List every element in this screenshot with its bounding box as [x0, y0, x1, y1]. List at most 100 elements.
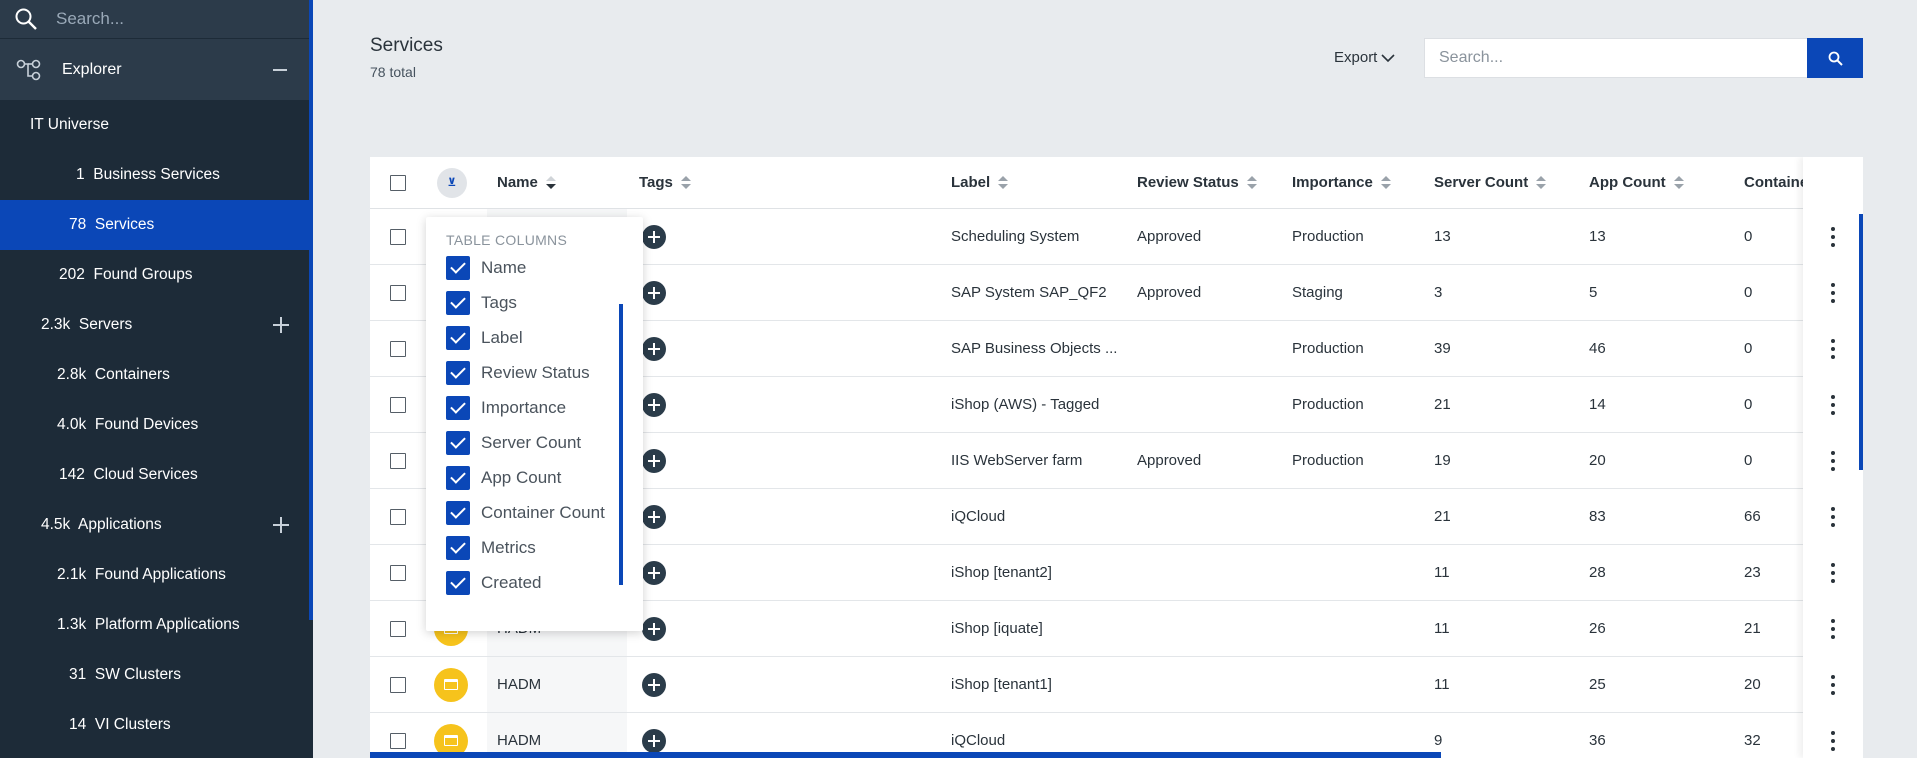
column-option[interactable]: Server Count	[446, 430, 581, 456]
more-options-icon[interactable]	[1827, 619, 1839, 639]
sidebar-item[interactable]: 4.0k Found Devices	[0, 400, 313, 450]
sidebar-item[interactable]: 1.3k Platform Applications	[0, 600, 313, 650]
horizontal-scrollbar[interactable]	[370, 752, 1441, 758]
sidebar-item-label: 4.0k Found Devices	[57, 416, 199, 433]
column-option[interactable]: Container Count	[446, 500, 605, 526]
search-input[interactable]: Search...	[1424, 38, 1809, 78]
more-options-icon[interactable]	[1827, 675, 1839, 695]
checkbox-checked-icon[interactable]	[446, 326, 470, 350]
checkbox-checked-icon[interactable]	[446, 466, 470, 490]
collapse-icon[interactable]	[273, 69, 287, 71]
more-options-icon[interactable]	[1827, 283, 1839, 303]
sidebar-item[interactable]: 142 Cloud Services	[0, 450, 313, 500]
tags-cell	[642, 433, 666, 488]
search-button[interactable]	[1807, 38, 1863, 78]
row-checkbox[interactable]	[390, 396, 406, 413]
row-checkbox[interactable]	[390, 284, 406, 301]
sidebar-item[interactable]: 14 VI Clusters	[0, 700, 313, 750]
checkbox-checked-icon[interactable]	[446, 256, 470, 280]
more-options-icon[interactable]	[1827, 339, 1839, 359]
add-tag-button[interactable]	[642, 336, 666, 361]
add-tag-button[interactable]	[642, 224, 666, 249]
sidebar-item-label: 2.8k Containers	[57, 366, 170, 383]
sidebar-item[interactable]: IT Universe	[0, 100, 313, 150]
col-app-count[interactable]: App Count	[1589, 157, 1684, 208]
row-checkbox[interactable]	[390, 228, 406, 245]
column-option[interactable]: Name	[446, 255, 526, 281]
column-option[interactable]: Importance	[446, 395, 566, 421]
col-importance[interactable]: Importance	[1292, 157, 1391, 208]
row-checkbox[interactable]	[390, 508, 406, 525]
add-tag-button[interactable]	[642, 448, 666, 473]
more-options-icon[interactable]	[1827, 227, 1839, 247]
column-option[interactable]: Metrics	[446, 535, 536, 561]
checkbox-checked-icon[interactable]	[446, 501, 470, 525]
sidebar-item[interactable]: 78 Services	[0, 200, 313, 250]
add-tag-button[interactable]	[642, 560, 666, 585]
server-count-cell: 11	[1434, 564, 1450, 581]
add-tag-button[interactable]	[642, 672, 666, 697]
expand-icon[interactable]	[273, 317, 289, 333]
checkbox-checked-icon[interactable]	[446, 361, 470, 385]
col-name[interactable]: Name	[497, 157, 556, 208]
more-options-icon[interactable]	[1827, 563, 1839, 583]
col-label[interactable]: Label	[951, 157, 1009, 208]
menu-scrollbar[interactable]	[619, 304, 623, 585]
expand-icon[interactable]	[273, 517, 289, 533]
sidebar: Search... Explorer IT Universe 1 Business…	[0, 0, 313, 758]
column-settings-icon[interactable]: ⊻	[437, 167, 467, 198]
row-checkbox[interactable]	[390, 340, 406, 357]
checkbox-checked-icon[interactable]	[446, 396, 470, 420]
select-all-checkbox[interactable]	[390, 174, 406, 191]
server-count-cell: 21	[1434, 508, 1451, 525]
checkbox-checked-icon[interactable]	[446, 431, 470, 455]
checkbox-checked-icon[interactable]	[446, 536, 470, 560]
sidebar-item-label: IT Universe	[30, 116, 109, 133]
more-options-icon[interactable]	[1827, 731, 1839, 751]
row-checkbox[interactable]	[390, 620, 406, 637]
row-checkbox[interactable]	[390, 564, 406, 581]
more-options-icon[interactable]	[1827, 451, 1839, 471]
column-option[interactable]: App Count	[446, 465, 561, 491]
row-checkbox[interactable]	[390, 732, 406, 749]
add-tag-button[interactable]	[642, 728, 666, 753]
add-tag-button[interactable]	[642, 616, 666, 641]
sidebar-item[interactable]: 4.5k Applications	[0, 500, 313, 550]
table-row[interactable]: HADM iShop [tenant1] 11 25 20	[370, 657, 1803, 713]
container-count-cell: 66	[1744, 508, 1761, 525]
add-tag-button[interactable]	[642, 392, 666, 417]
sidebar-item[interactable]: 2.1k Found Applications	[0, 550, 313, 600]
sidebar-item[interactable]: 31 SW Clusters	[0, 650, 313, 700]
add-tag-button[interactable]	[642, 504, 666, 529]
column-option[interactable]: Created	[446, 570, 541, 596]
sidebar-item[interactable]: 2.8k Containers	[0, 350, 313, 400]
col-container-count[interactable]: Containe	[1744, 157, 1808, 208]
more-options-icon[interactable]	[1827, 395, 1839, 415]
col-server-count[interactable]: Server Count	[1434, 157, 1547, 208]
name-cell[interactable]: HADM	[497, 657, 541, 712]
export-button[interactable]: Export	[1334, 49, 1395, 66]
server-count-cell: 11	[1434, 676, 1450, 693]
column-option[interactable]: Label	[446, 325, 523, 351]
checkbox-checked-icon[interactable]	[446, 571, 470, 595]
more-options-icon[interactable]	[1827, 507, 1839, 527]
sidebar-search[interactable]: Search...	[0, 0, 313, 38]
row-select-cell	[390, 265, 406, 320]
row-checkbox[interactable]	[390, 676, 406, 693]
column-option[interactable]: Review Status	[446, 360, 590, 386]
sidebar-item-label: 2.1k Found Applications	[57, 566, 226, 583]
col-tags[interactable]: Tags	[639, 157, 691, 208]
add-tag-button[interactable]	[642, 280, 666, 305]
sidebar-item[interactable]: 2.3k Servers	[0, 300, 313, 350]
sidebar-item-label: 78 Services	[69, 216, 155, 233]
column-option[interactable]: Tags	[446, 290, 517, 316]
container-count-cell: 0	[1744, 228, 1753, 245]
checkbox-checked-icon[interactable]	[446, 291, 470, 315]
explorer-header[interactable]: Explorer	[0, 38, 313, 100]
explorer-label: Explorer	[62, 60, 122, 78]
sidebar-item[interactable]: 202 Found Groups	[0, 250, 313, 300]
vertical-scrollbar[interactable]	[1859, 214, 1863, 470]
col-review-status[interactable]: Review Status	[1137, 157, 1257, 208]
sidebar-item[interactable]: 1 Business Services	[0, 150, 313, 200]
row-checkbox[interactable]	[390, 452, 406, 469]
